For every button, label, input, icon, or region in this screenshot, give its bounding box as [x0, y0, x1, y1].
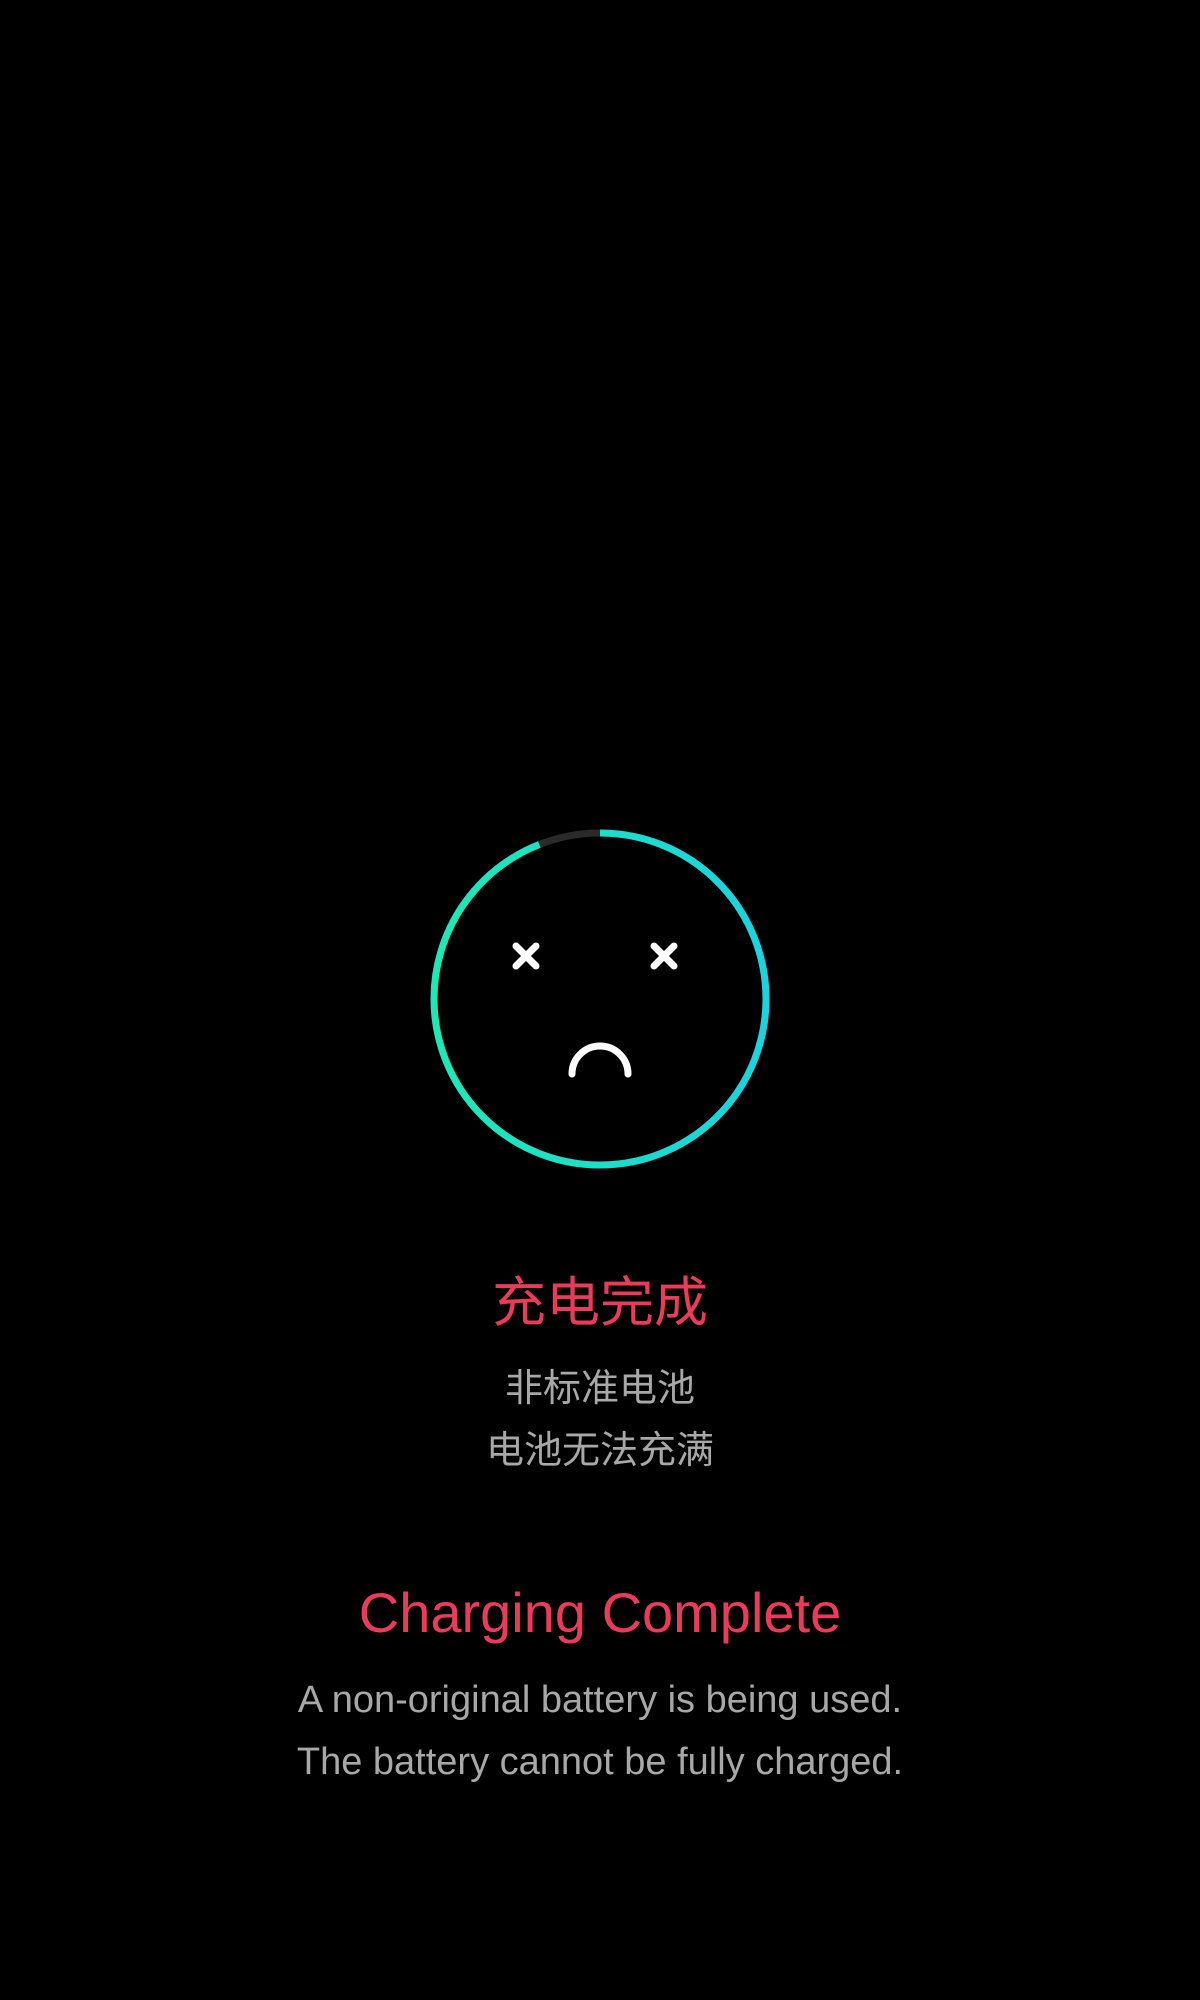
non-original-battery-text-en: A non-original battery is being used. [297, 1679, 903, 1721]
cannot-fully-charge-text-cn: 电池无法充满 [485, 1430, 714, 1472]
sad-face-icon [512, 942, 678, 1078]
charge-status-indicator [428, 827, 772, 1171]
charge-ring-progress [430, 829, 770, 1169]
charging-complete-title-cn: 充电完成 [492, 1273, 708, 1333]
charge-ring-graphic [430, 829, 770, 1169]
charging-complete-title-en: Charging Complete [358, 1581, 842, 1644]
right-eye-x-mark-icon [650, 942, 678, 970]
non-standard-battery-text-cn: 非标准电池 [504, 1368, 695, 1410]
left-eye-x-mark-icon [512, 942, 540, 970]
cannot-fully-charge-text-en: The battery cannot be fully charged. [296, 1741, 904, 1783]
frown-mouth-icon [568, 1042, 632, 1078]
